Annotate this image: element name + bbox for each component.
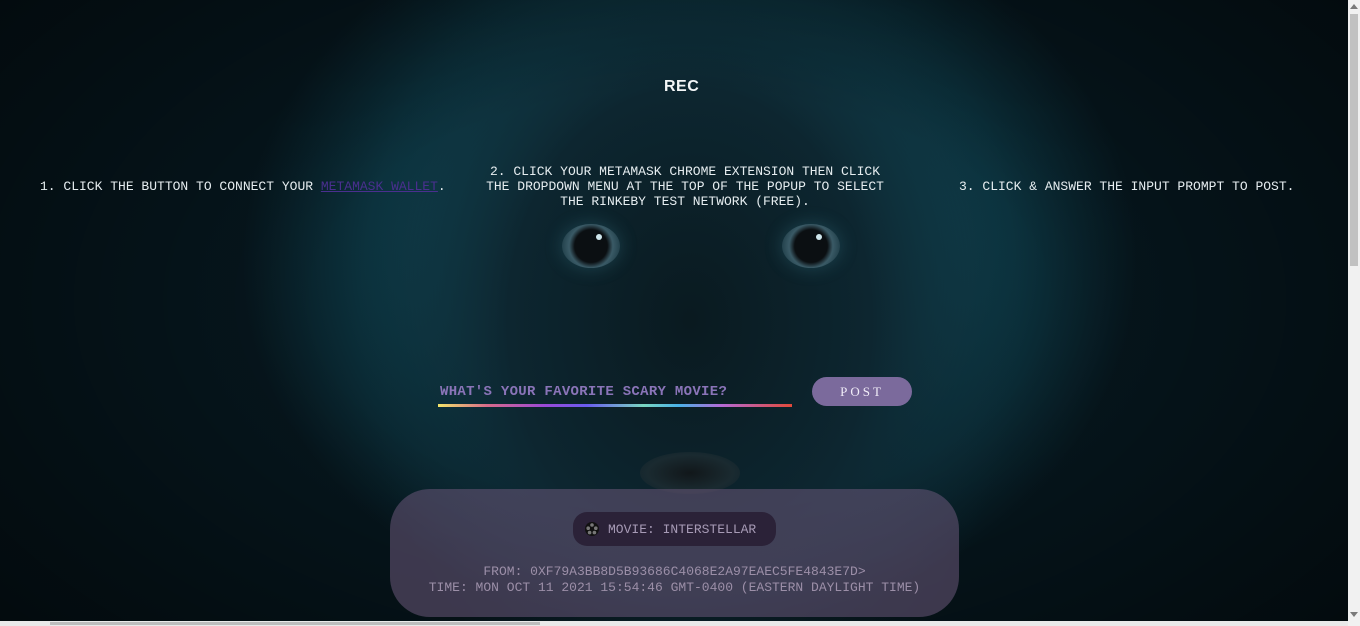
step-1-text: 1. CLICK THE BUTTON TO CONNECT YOUR	[40, 179, 321, 194]
scroll-down-arrow-icon[interactable]	[1350, 612, 1358, 617]
horizontal-scrollbar-thumb[interactable]	[50, 622, 540, 625]
left-eye-decoration	[562, 224, 620, 268]
movie-badge: MOVIE: INTERSTELLAR	[573, 512, 776, 546]
favorite-movie-input[interactable]	[438, 380, 792, 404]
page-title: REC	[664, 78, 700, 95]
post-from-address: FROM: 0XF79A3BB8D5B93686C4068E2A97EAEC5F…	[483, 564, 866, 579]
vertical-scrollbar[interactable]	[1348, 0, 1360, 626]
post-button[interactable]: POST	[812, 377, 912, 406]
instruction-step-2: 2. CLICK YOUR METAMASK CHROME EXTENSION …	[486, 164, 884, 209]
step-1-suffix: .	[437, 179, 446, 194]
scroll-up-arrow-icon[interactable]	[1350, 4, 1358, 9]
film-reel-icon	[585, 522, 599, 536]
post-timestamp: TIME: MON OCT 11 2021 15:54:46 GMT-0400 …	[428, 580, 921, 595]
input-underline	[438, 404, 792, 407]
scrollbar-thumb[interactable]	[1350, 14, 1358, 266]
post-card	[390, 489, 959, 617]
horizontal-scrollbar[interactable]	[0, 621, 1348, 626]
metamask-wallet-link[interactable]: METAMASK WALLET	[321, 179, 438, 194]
movie-input-wrapper	[438, 380, 792, 407]
mouth-decoration	[640, 452, 740, 494]
movie-title: MOVIE: INTERSTELLAR	[608, 522, 757, 537]
instruction-step-1: 1. CLICK THE BUTTON TO CONNECT YOUR META…	[40, 179, 446, 194]
right-eye-decoration	[782, 224, 840, 268]
instruction-step-3: 3. CLICK & ANSWER THE INPUT PROMPT TO PO…	[959, 179, 1295, 194]
